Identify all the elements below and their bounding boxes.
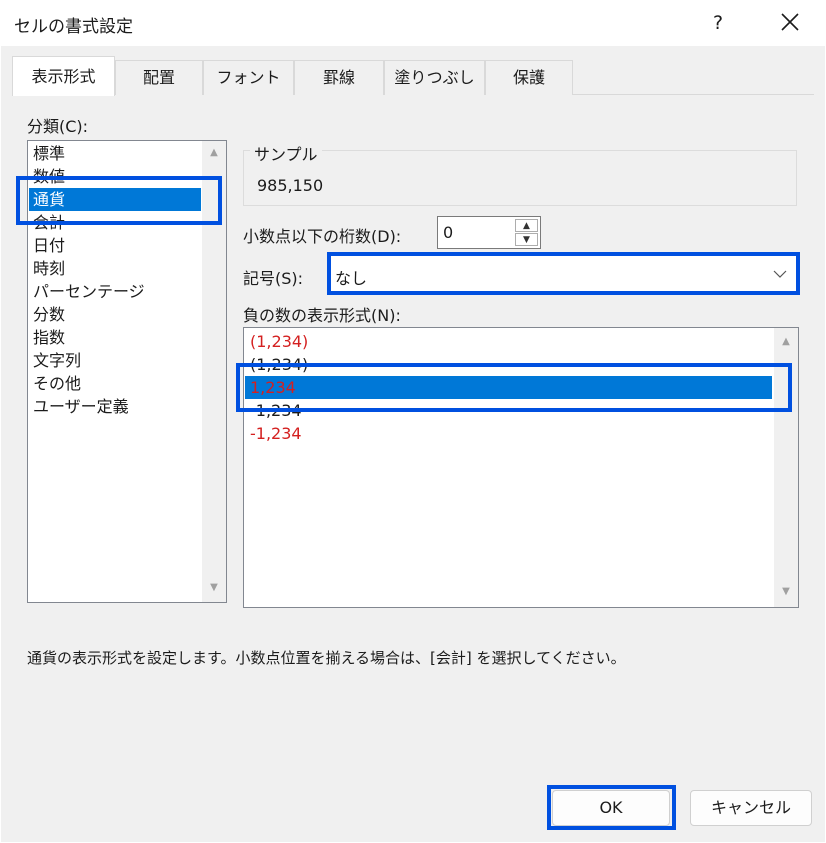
spin-up-button[interactable]: ▲ <box>515 219 538 232</box>
tab-font[interactable]: フォント <box>203 60 294 95</box>
spin-down-button[interactable]: ▼ <box>515 233 538 246</box>
tab-number-format[interactable]: 表示形式 <box>12 56 115 96</box>
decimal-places-label: 小数点以下の桁数(D): <box>243 227 402 246</box>
category-item[interactable]: 日付 <box>29 234 201 257</box>
sample-value: 985,150 <box>257 176 324 195</box>
decimal-places-input[interactable]: 0 <box>443 223 453 242</box>
tab-protection[interactable]: 保護 <box>485 60 573 95</box>
tab-alignment[interactable]: 配置 <box>115 60 203 95</box>
close-button[interactable] <box>768 6 812 38</box>
sample-group <box>243 150 797 206</box>
tab-fill[interactable]: 塗りつぶし <box>384 60 485 95</box>
scroll-down-icon[interactable]: ▼ <box>202 582 226 593</box>
category-item[interactable]: 時刻 <box>29 257 201 280</box>
ok-highlight-frame <box>547 785 676 830</box>
up-arrow-icon: ▲ <box>523 221 530 231</box>
help-button[interactable]: ? <box>700 8 736 38</box>
scroll-up-icon[interactable]: ▲ <box>774 336 798 347</box>
category-item[interactable]: 指数 <box>29 326 201 349</box>
symbol-label: 記号(S): <box>243 269 304 288</box>
category-item[interactable]: ユーザー定義 <box>29 395 201 418</box>
category-item[interactable]: 分数 <box>29 303 201 326</box>
category-item[interactable]: 標準 <box>29 142 201 165</box>
dialog-title: セルの書式設定 <box>14 17 133 37</box>
question-mark-icon: ? <box>712 12 724 34</box>
symbol-highlight-frame <box>327 252 800 295</box>
down-arrow-icon: ▼ <box>523 235 530 245</box>
description-text: 通貨の表示形式を設定します。小数点位置を揃える場合は、[会計] を選択してくださ… <box>27 649 626 667</box>
scroll-down-icon[interactable]: ▼ <box>774 586 798 597</box>
category-item[interactable]: その他 <box>29 372 201 395</box>
negative-format-item[interactable]: (1,234) <box>245 330 772 353</box>
category-label: 分類(C): <box>27 117 89 136</box>
scroll-up-icon[interactable]: ▲ <box>202 147 226 158</box>
negative-format-item[interactable]: -1,234 <box>245 422 772 445</box>
close-icon <box>781 13 799 31</box>
negative-format-highlight-frame <box>236 363 792 412</box>
sample-label: サンプル <box>250 141 322 165</box>
category-item[interactable]: パーセンテージ <box>29 280 201 303</box>
decimal-places-spinner[interactable]: 0 ▲ ▼ <box>437 216 541 249</box>
category-highlight-frame <box>16 176 222 225</box>
negative-format-label: 負の数の表示形式(N): <box>243 306 401 325</box>
cancel-button[interactable]: キャンセル <box>690 790 812 826</box>
category-item[interactable]: 文字列 <box>29 349 201 372</box>
tab-border[interactable]: 罫線 <box>294 60 384 95</box>
